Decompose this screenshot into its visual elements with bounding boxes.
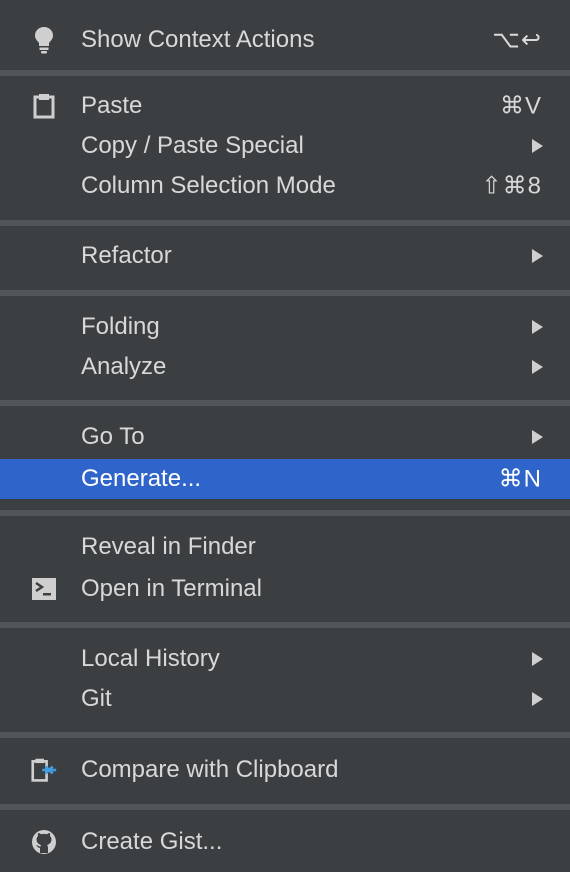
menu-item-label: Copy / Paste Special [81,132,304,159]
menu-item-label: Open in Terminal [81,575,262,602]
compare-clipboard-icon [31,757,57,783]
menu-item-create-gist[interactable]: Create Gist... [0,822,570,862]
menu-separator [0,70,570,76]
menu-item-label: Local History [81,645,220,672]
menu-item-label: Generate... [81,465,202,492]
lightbulb-icon [31,27,57,54]
submenu-arrow-icon [532,360,543,374]
submenu-arrow-icon [532,692,543,706]
menu-item-analyze[interactable]: Analyze [0,347,570,387]
menu-item-label: Analyze [81,353,167,380]
menu-item-label: Show Context Actions [81,26,315,53]
menu-item-refactor[interactable]: Refactor [0,236,570,276]
menu-separator [0,732,570,738]
menu-item-label: Create Gist... [81,828,223,855]
menu-item-label: Compare with Clipboard [81,756,339,783]
menu-separator [0,220,570,226]
menu-item-compare-with-clipboard[interactable]: Compare with Clipboard [0,750,570,790]
github-icon [31,829,57,855]
menu-item-label: Paste [81,92,143,119]
submenu-arrow-icon [532,139,543,153]
menu-item-copy-paste-special[interactable]: Copy / Paste Special [0,126,570,166]
shortcut-text: ⇧⌘8 [481,172,542,200]
shortcut-text: ⌘N [498,465,542,493]
menu-item-open-in-terminal[interactable]: Open in Terminal [0,569,570,609]
submenu-arrow-icon [532,320,543,334]
menu-item-label: Git [81,685,112,712]
clipboard-icon [31,93,57,119]
menu-item-local-history[interactable]: Local History [0,639,570,679]
shortcut-text: ⌘V [499,92,542,120]
menu-separator [0,622,570,628]
menu-item-label: Column Selection Mode [81,172,336,199]
menu-separator [0,510,570,516]
menu-item-label: Folding [81,313,160,340]
menu-item-reveal-in-finder[interactable]: Reveal in Finder [0,527,570,567]
shortcut-text: ⌥↩ [492,26,542,54]
menu-item-folding[interactable]: Folding [0,307,570,347]
menu-item-go-to[interactable]: Go To [0,417,570,457]
menu-item-git[interactable]: Git [0,679,570,719]
menu-separator [0,400,570,406]
menu-item-label: Refactor [81,242,172,269]
menu-item-label: Reveal in Finder [81,533,256,560]
context-menu: Show Context Actions ⌥↩ Paste ⌘V Copy / … [0,0,570,872]
submenu-arrow-icon [532,652,543,666]
menu-separator [0,290,570,296]
menu-item-paste[interactable]: Paste ⌘V [0,86,570,126]
terminal-icon [31,576,57,602]
menu-item-show-context-actions[interactable]: Show Context Actions ⌥↩ [0,20,570,60]
submenu-arrow-icon [532,249,543,263]
menu-item-generate[interactable]: Generate... ⌘N [0,459,570,499]
menu-item-column-selection-mode[interactable]: Column Selection Mode ⇧⌘8 [0,166,570,206]
menu-separator [0,804,570,810]
menu-item-label: Go To [81,423,145,450]
submenu-arrow-icon [532,430,543,444]
